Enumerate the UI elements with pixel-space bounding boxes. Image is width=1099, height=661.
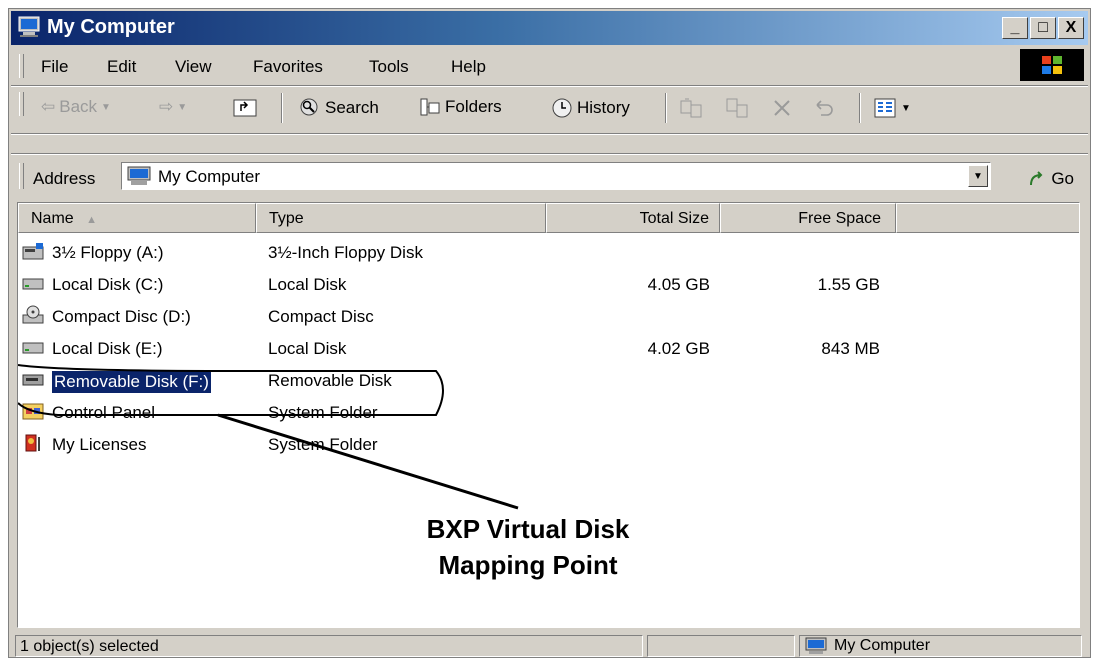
my-computer-small-icon: [127, 166, 151, 185]
title-bar[interactable]: My Computer _ □ X: [11, 11, 1088, 45]
search-button[interactable]: Search: [297, 97, 379, 119]
history-label: History: [577, 98, 630, 117]
file-list[interactable]: Name ▲ Type Total Size Free Space 3½ Flo…: [17, 202, 1080, 628]
status-bar: 1 object(s) selected My Computer: [11, 633, 1088, 657]
my-computer-status-icon: [805, 637, 827, 654]
history-icon: [552, 98, 572, 118]
status-empty-panel: [647, 635, 795, 657]
forward-button[interactable]: ⇨ ▼: [159, 97, 187, 117]
window-title: My Computer: [47, 16, 175, 38]
up-folder-button[interactable]: [233, 97, 257, 117]
status-zone: My Computer: [799, 635, 1082, 657]
annotation-line-1: BXP Virtual Disk: [426, 514, 630, 544]
menu-file[interactable]: File: [41, 57, 68, 77]
windows-logo-icon: [1020, 49, 1084, 81]
menu-favorites[interactable]: Favorites: [253, 57, 323, 77]
annotation-line-2: Mapping Point: [438, 550, 618, 580]
menu-view[interactable]: View: [175, 57, 212, 77]
forward-arrow-icon: ⇨: [159, 97, 174, 116]
folders-icon: [420, 98, 440, 116]
views-dropdown-icon: ▼: [901, 102, 911, 114]
menu-bar: File Edit View Favorites Tools Help: [11, 49, 1088, 83]
search-icon: [300, 98, 318, 116]
move-to-button[interactable]: [679, 97, 705, 119]
address-bar: Address My Computer ▼ Go: [11, 157, 1088, 197]
menu-tools[interactable]: Tools: [369, 57, 409, 77]
menubar-grip: [19, 54, 24, 78]
back-label: Back: [59, 97, 98, 116]
address-value: My Computer: [158, 167, 261, 186]
undo-button[interactable]: [811, 97, 835, 119]
folders-label: Folders: [445, 97, 502, 116]
maximize-button[interactable]: □: [1030, 17, 1056, 39]
views-icon: [874, 98, 896, 118]
address-dropdown-button[interactable]: ▼: [968, 165, 988, 187]
chevron-down-icon: ▼: [973, 170, 983, 182]
forward-dropdown-icon: ▼: [177, 101, 188, 113]
go-label: Go: [1051, 169, 1074, 188]
explorer-window: My Computer _ □ X File Edit View Favorit…: [8, 8, 1091, 658]
go-arrow-icon: [1030, 171, 1043, 186]
annotation-pointer-line: [217, 413, 519, 510]
delete-button[interactable]: [771, 97, 793, 119]
status-zone-label: My Computer: [834, 637, 931, 654]
address-label: Address: [33, 169, 96, 188]
copy-to-icon: [726, 98, 748, 118]
minimize-button[interactable]: _: [1002, 17, 1028, 39]
menu-help[interactable]: Help: [451, 57, 486, 77]
move-to-icon: [680, 98, 702, 118]
folders-button[interactable]: Folders: [419, 97, 502, 117]
annotation-callout: BXP Virtual Disk Mapping Point: [378, 511, 678, 583]
back-dropdown-icon: ▼: [101, 101, 111, 113]
address-input[interactable]: My Computer ▼: [121, 162, 991, 190]
up-folder-icon: [233, 99, 257, 117]
standard-toolbar: ⇦ Back ▼ ⇨ ▼ Search Folders History ▼: [11, 87, 1088, 131]
undo-icon: [816, 100, 833, 116]
close-button[interactable]: X: [1058, 17, 1084, 39]
search-label: Search: [325, 98, 379, 117]
highlight-ellipse: [18, 364, 444, 416]
my-computer-icon: [18, 16, 40, 37]
delete-icon: [774, 100, 790, 116]
back-arrow-icon: ⇦: [41, 97, 56, 116]
status-selection: 1 object(s) selected: [15, 635, 643, 657]
copy-to-button[interactable]: [725, 97, 751, 119]
go-button[interactable]: Go: [1027, 169, 1074, 189]
toolbar-grip: [19, 92, 24, 116]
history-button[interactable]: History: [551, 97, 630, 119]
views-button[interactable]: ▼: [873, 97, 911, 119]
menu-edit[interactable]: Edit: [107, 57, 136, 77]
back-button[interactable]: ⇦ Back ▼: [41, 97, 111, 117]
